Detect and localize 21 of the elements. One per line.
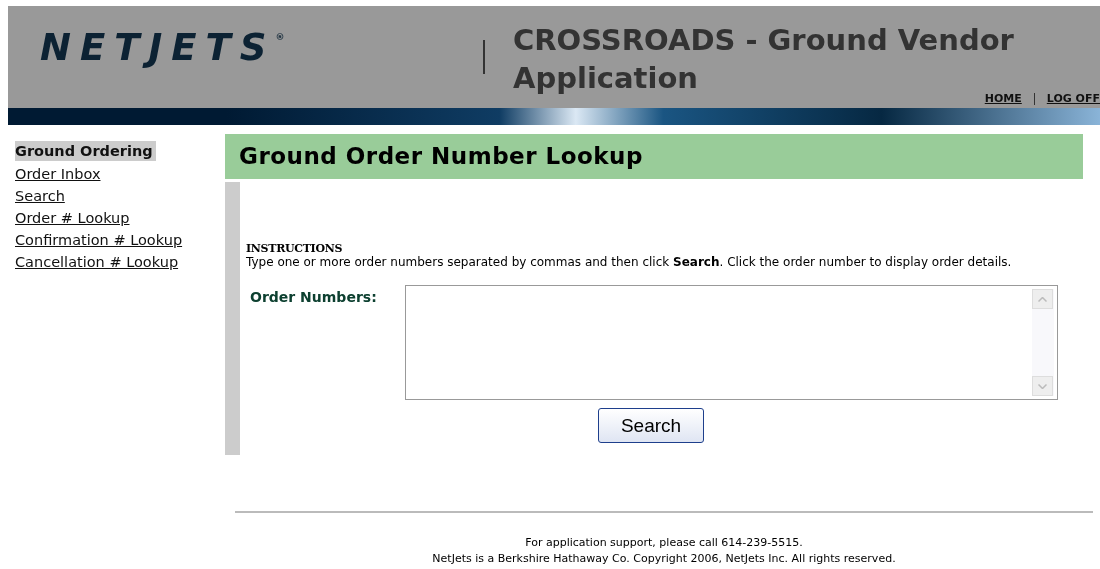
- instructions-text: Type one or more order numbers separated by commas and then click Search. Click the order number to display order details.: [246, 255, 1013, 270]
- sidebar-item[interactable]: Order # Lookup: [15, 207, 133, 229]
- instructions-title: INSTRUCTIONS: [246, 242, 344, 255]
- footer-text: NetJets is a Berkshire Hathaway Co. Copyright 2006, NetJets Inc. All rights reserved.: [432, 551, 896, 567]
- netjets-logo: NETJETS®: [40, 26, 286, 69]
- sidebar-item[interactable]: Cancellation # Lookup: [15, 251, 182, 273]
- field-label: Order Numbers:: [250, 288, 378, 307]
- scroll-down-icon: [1038, 383, 1047, 389]
- app-title: CROSSROADS - Ground Vendor Application: [513, 22, 1014, 95]
- nav-link[interactable]: LOG OFF: [1046, 92, 1100, 105]
- search-button[interactable]: Search: [598, 408, 704, 443]
- sidebar-item[interactable]: Ground Ordering: [15, 141, 156, 161]
- footer-text: For application support, please call 614-239-5515.: [525, 535, 803, 551]
- sidebar-item[interactable]: Order Inbox: [15, 163, 104, 185]
- scrollbar[interactable]: [1032, 289, 1054, 396]
- nav-link[interactable]: HOME: [984, 92, 1022, 105]
- order-numbers-field[interactable]: [405, 285, 1058, 400]
- page-heading: Ground Order Number Lookup: [225, 134, 1083, 179]
- sidebar-item[interactable]: Search: [15, 185, 68, 207]
- scroll-up-icon: [1038, 296, 1047, 302]
- sidebar-item[interactable]: Confirmation # Lookup: [15, 229, 186, 251]
